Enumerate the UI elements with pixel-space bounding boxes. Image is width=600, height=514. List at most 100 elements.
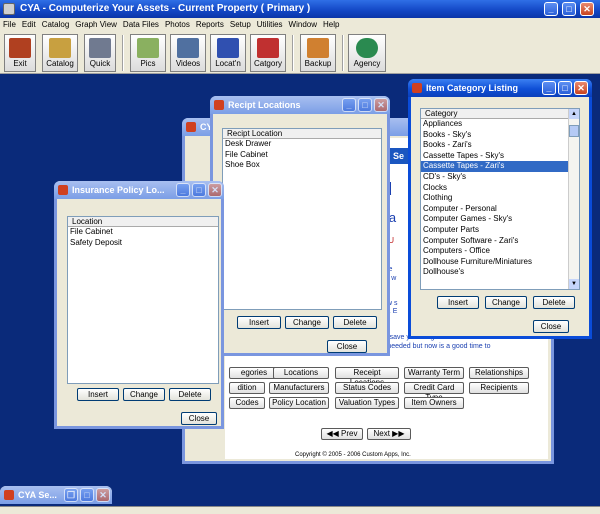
list-item[interactable]: Appliances [421, 119, 579, 130]
list-item[interactable]: Dollhouse Furniture/Miniatures [421, 257, 579, 268]
list-item[interactable]: Computer - Personal [421, 204, 579, 215]
list-item[interactable]: Dollhouse's [421, 267, 579, 278]
close-dialog-button[interactable]: Close [327, 340, 367, 353]
close-button[interactable]: ✕ [574, 81, 588, 95]
maximize-button[interactable]: □ [358, 98, 372, 112]
maximize-button[interactable]: □ [562, 2, 576, 16]
menu-reports[interactable]: Reports [193, 20, 227, 29]
list-item[interactable]: Shoe Box [223, 160, 381, 171]
list-item[interactable]: CD's - Sky's [421, 172, 579, 183]
receipt-locations-button[interactable]: Receipt Locations [335, 367, 399, 387]
delete-button[interactable]: Delete [533, 296, 575, 309]
menu-file[interactable]: File [0, 20, 19, 29]
item-owners-button[interactable]: Item Owners [404, 397, 464, 409]
list-item[interactable]: Cassette Tapes - Sky's [421, 151, 579, 162]
close-button[interactable]: ✕ [208, 183, 222, 197]
menubar: File Edit Catalog Graph View Data Files Photo… [0, 18, 600, 32]
backup-button[interactable]: Backup [300, 34, 336, 72]
menu-help[interactable]: Help [320, 20, 342, 29]
list-item[interactable]: Computer Games - Sky's [421, 214, 579, 225]
list-item[interactable]: File Cabinet [68, 227, 218, 238]
quick-button[interactable]: Quick [84, 34, 116, 72]
menu-utilities[interactable]: Utilities [254, 20, 286, 29]
delete-button[interactable]: Delete [169, 388, 211, 401]
change-button[interactable]: Change [285, 316, 329, 329]
catalog-button[interactable]: Catalog [42, 34, 78, 72]
list-item[interactable]: File Cabinet [223, 150, 381, 161]
list-item[interactable]: Computers - Office [421, 246, 579, 257]
categories-button[interactable]: egories [229, 367, 279, 379]
minimize-button[interactable]: _ [542, 81, 556, 95]
maximize-button[interactable]: □ [192, 183, 206, 197]
codes-button[interactable]: Codes [229, 397, 265, 409]
maximize-button[interactable]: □ [558, 81, 572, 95]
change-button[interactable]: Change [123, 388, 165, 401]
maximize-button[interactable]: □ [80, 488, 94, 502]
close-button[interactable]: ✕ [96, 488, 110, 502]
location-button[interactable]: Locat'n [210, 34, 246, 72]
minimize-button[interactable]: _ [544, 2, 558, 16]
list-item[interactable]: Desk Drawer [223, 139, 381, 150]
list-item[interactable]: Books - Sky's [421, 130, 579, 141]
credit-card-type-button[interactable]: Credit Card Type [404, 382, 464, 402]
close-button[interactable]: ✕ [374, 98, 388, 112]
restore-button[interactable]: ❐ [64, 488, 78, 502]
recipients-button[interactable]: Recipients [469, 382, 529, 394]
insert-button[interactable]: Insert [237, 316, 281, 329]
locations-button[interactable]: Locations [273, 367, 329, 379]
agency-button[interactable]: Agency [348, 34, 386, 72]
app-titlebar: CYA - Computerize Your Assets - Current … [0, 0, 600, 18]
close-button[interactable]: ✕ [580, 2, 594, 16]
minimized-titlebar: CYA Se... ❐ □ ✕ [0, 486, 112, 504]
menu-window[interactable]: Window [286, 20, 320, 29]
catalog-icon [49, 38, 71, 58]
list-item[interactable]: Books - Zari's [421, 140, 579, 151]
status-codes-button[interactable]: Status Codes [335, 382, 399, 394]
menu-edit[interactable]: Edit [19, 20, 39, 29]
list-item[interactable]: Clocks [421, 183, 579, 194]
manufacturers-button[interactable]: Manufacturers [269, 382, 329, 394]
insurance-policy-titlebar: Insurance Policy Lo... _ □ ✕ [54, 181, 224, 199]
list-scrollbar[interactable]: ▲ ▼ [568, 109, 579, 289]
list-item[interactable]: Clothing [421, 193, 579, 204]
condition-button[interactable]: dition [229, 382, 265, 394]
scroll-down-icon[interactable]: ▼ [569, 279, 579, 289]
prev-button[interactable]: ◀◀ Prev [321, 428, 363, 440]
list-item[interactable]: Computer Parts [421, 225, 579, 236]
status-bar [0, 506, 600, 514]
valuation-types-button[interactable]: Valuation Types [335, 397, 399, 409]
relationships-button[interactable]: Relationships [469, 367, 529, 379]
minimize-button[interactable]: _ [342, 98, 356, 112]
menu-graph-view[interactable]: Graph View [72, 20, 120, 29]
menu-photos[interactable]: Photos [162, 20, 193, 29]
insert-button[interactable]: Insert [77, 388, 119, 401]
minimize-button[interactable]: _ [176, 183, 190, 197]
minimized-window[interactable]: CYA Se... ❐ □ ✕ [0, 486, 112, 504]
menu-setup[interactable]: Setup [227, 20, 254, 29]
category-list[interactable]: Category Appliances Books - Sky's Books … [420, 108, 580, 290]
warranty-term-button[interactable]: Warranty Term [404, 367, 464, 379]
close-dialog-button[interactable]: Close [533, 320, 569, 333]
receipt-location-list[interactable]: Recipt Location Desk Drawer File Cabinet… [222, 128, 382, 310]
next-button[interactable]: Next ▶▶ [367, 428, 411, 440]
list-item[interactable]: Safety Deposit [68, 238, 218, 249]
delete-button[interactable]: Delete [333, 316, 377, 329]
policy-location-button[interactable]: Policy Location [269, 397, 329, 409]
menu-catalog[interactable]: Catalog [39, 20, 73, 29]
scroll-up-icon[interactable]: ▲ [569, 109, 579, 119]
toolbar-separator [342, 35, 344, 71]
list-item-selected[interactable]: Cassette Tapes - Zari's [421, 161, 579, 172]
exit-button[interactable]: Exit [4, 34, 36, 72]
list-item[interactable]: Computer Software - Zari's [421, 236, 579, 247]
videos-button[interactable]: Videos [170, 34, 206, 72]
app-title: CYA - Computerize Your Assets - Current … [20, 3, 311, 14]
backup-icon [307, 38, 329, 58]
scroll-thumb[interactable] [569, 125, 579, 137]
insert-button[interactable]: Insert [437, 296, 479, 309]
change-button[interactable]: Change [485, 296, 527, 309]
close-dialog-button[interactable]: Close [181, 412, 217, 425]
category-button[interactable]: Catgory [250, 34, 286, 72]
menu-data-files[interactable]: Data Files [120, 20, 162, 29]
policy-location-list[interactable]: Location File Cabinet Safety Deposit [67, 216, 219, 384]
pics-button[interactable]: Pics [130, 34, 166, 72]
